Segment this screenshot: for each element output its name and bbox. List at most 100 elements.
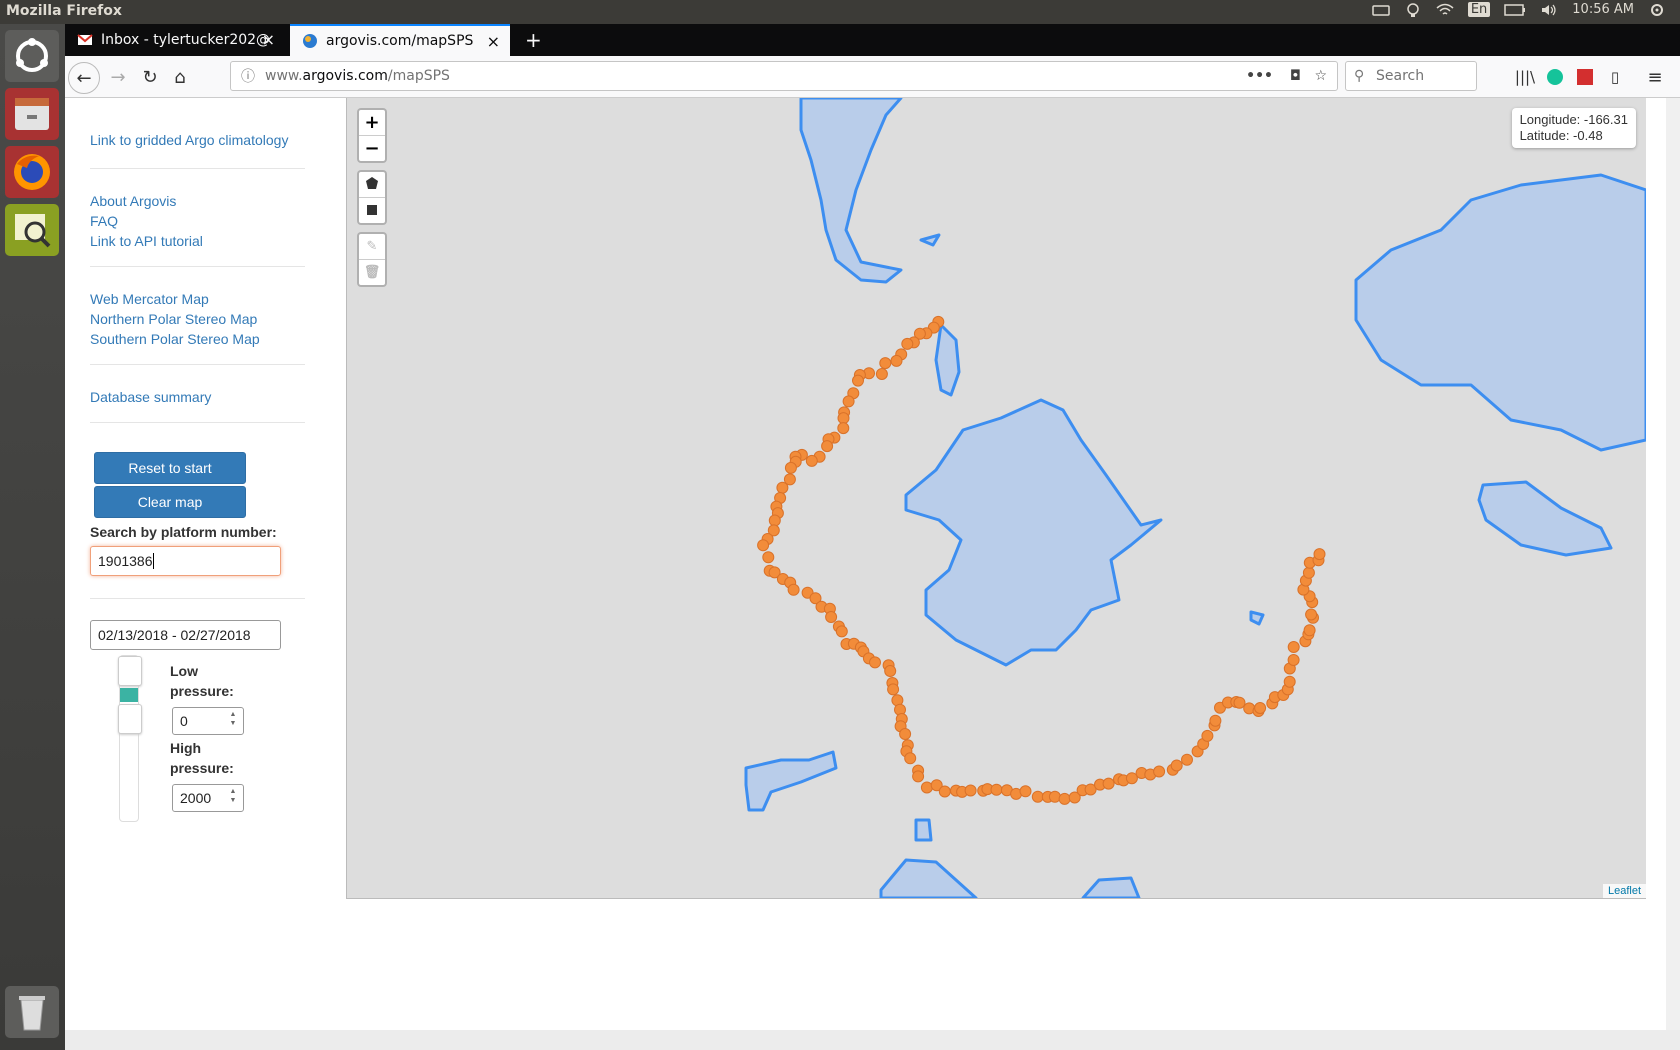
profile-marker[interactable] bbox=[1283, 675, 1296, 688]
pressure-range-slider[interactable] bbox=[118, 655, 142, 822]
cloud-icon[interactable] bbox=[1372, 3, 1390, 17]
profile-marker[interactable] bbox=[762, 551, 775, 564]
profile-marker[interactable] bbox=[1102, 777, 1115, 790]
profile-marker[interactable] bbox=[821, 440, 834, 453]
stepper-icon[interactable]: ▲ ▼ bbox=[227, 787, 239, 805]
search-bar[interactable]: ⚲ Search bbox=[1345, 61, 1477, 91]
menu-icon[interactable]: ≡ bbox=[1640, 62, 1670, 92]
trash-icon[interactable] bbox=[5, 986, 59, 1038]
firefox-icon[interactable] bbox=[5, 146, 59, 198]
reload-button[interactable]: ↻ bbox=[135, 62, 165, 92]
grammarly-icon[interactable] bbox=[1540, 62, 1570, 92]
profile-marker[interactable] bbox=[1153, 765, 1166, 778]
new-tab-button[interactable]: + bbox=[517, 24, 549, 56]
profile-marker[interactable] bbox=[776, 481, 789, 494]
bulb-icon[interactable] bbox=[1404, 2, 1422, 17]
profile-marker[interactable] bbox=[875, 368, 888, 380]
profile-marker[interactable] bbox=[1019, 785, 1032, 798]
tab-gmail-inbox[interactable]: Inbox - tylertucker202@ × bbox=[65, 24, 285, 56]
zoom-out-button[interactable]: − bbox=[359, 136, 385, 161]
profile-marker[interactable] bbox=[1031, 790, 1044, 803]
link-southern-polar-map[interactable]: Southern Polar Stereo Map bbox=[90, 329, 305, 349]
profile-marker[interactable] bbox=[1303, 624, 1316, 637]
pocket-icon[interactable]: ◘ bbox=[1290, 68, 1301, 84]
platform-number-input[interactable]: 1901386 bbox=[90, 546, 281, 576]
close-tab-icon[interactable]: × bbox=[262, 30, 275, 49]
profile-marker[interactable] bbox=[837, 412, 850, 425]
profile-marker[interactable] bbox=[837, 422, 850, 435]
profile-marker[interactable] bbox=[757, 539, 770, 552]
profile-marker[interactable] bbox=[768, 514, 781, 527]
link-web-mercator-map[interactable]: Web Mercator Map bbox=[90, 289, 305, 309]
forward-button[interactable]: → bbox=[103, 62, 133, 92]
battery-icon[interactable] bbox=[1504, 3, 1526, 17]
link-northern-polar-map[interactable]: Northern Polar Stereo Map bbox=[90, 309, 305, 329]
profile-marker[interactable] bbox=[869, 656, 881, 669]
clear-map-button[interactable]: Clear map bbox=[94, 486, 246, 518]
profile-marker[interactable] bbox=[1233, 696, 1246, 709]
profile-marker[interactable] bbox=[912, 770, 925, 783]
sidebar-toggle-icon[interactable]: ▯ bbox=[1600, 62, 1630, 92]
library-icon[interactable]: |||\ bbox=[1510, 62, 1540, 92]
profile-marker[interactable] bbox=[1254, 702, 1267, 714]
back-button[interactable]: ← bbox=[68, 62, 100, 94]
profile-marker[interactable] bbox=[904, 752, 917, 765]
high-pressure-input[interactable]: 2000 ▲ ▼ bbox=[172, 784, 244, 812]
edit-layers-icon[interactable]: ✎ bbox=[359, 234, 385, 260]
profile-marker[interactable] bbox=[1287, 641, 1300, 653]
volume-icon[interactable] bbox=[1540, 3, 1558, 17]
profile-marker[interactable] bbox=[842, 395, 855, 408]
horizontal-scrollbar[interactable] bbox=[65, 1030, 1680, 1050]
system-monitor-icon[interactable] bbox=[5, 204, 59, 256]
slider-handle-high[interactable] bbox=[118, 704, 142, 734]
link-api-tutorial[interactable]: Link to API tutorial bbox=[90, 231, 305, 251]
bookmark-star-icon[interactable]: ☆ bbox=[1314, 68, 1327, 84]
leaflet-attribution[interactable]: Leaflet bbox=[1602, 884, 1646, 898]
site-info-icon[interactable]: ⓘ bbox=[241, 66, 255, 86]
profile-marker[interactable] bbox=[1201, 729, 1214, 742]
slider-handle-low[interactable] bbox=[118, 656, 142, 686]
profile-marker[interactable] bbox=[990, 783, 1003, 796]
ubuntu-dash-icon[interactable] bbox=[5, 30, 59, 82]
files-icon[interactable] bbox=[5, 88, 59, 140]
profile-marker[interactable] bbox=[884, 665, 897, 677]
vertical-scrollbar[interactable] bbox=[1666, 98, 1680, 1030]
profile-marker[interactable] bbox=[1313, 548, 1326, 561]
close-tab-icon[interactable]: × bbox=[487, 32, 500, 51]
zoom-in-button[interactable]: + bbox=[359, 110, 385, 136]
keyboard-layout-indicator[interactable]: En bbox=[1467, 2, 1491, 17]
profile-marker[interactable] bbox=[805, 454, 818, 467]
page-actions-icon[interactable]: ••• bbox=[1246, 68, 1273, 84]
map-panel[interactable]: + − ✎ 🗑 Longitude: -166.31 Latitude: -0.… bbox=[346, 98, 1646, 899]
profile-marker[interactable] bbox=[1048, 790, 1061, 803]
profile-marker[interactable] bbox=[835, 625, 848, 638]
low-pressure-input[interactable]: 0 ▲ ▼ bbox=[172, 707, 244, 735]
map-canvas[interactable] bbox=[347, 98, 1646, 898]
profile-marker[interactable] bbox=[890, 354, 903, 367]
link-faq[interactable]: FAQ bbox=[90, 211, 305, 231]
extension-icon[interactable] bbox=[1570, 62, 1600, 92]
profile-marker[interactable] bbox=[1181, 753, 1193, 766]
profile-marker[interactable] bbox=[964, 784, 977, 797]
reset-to-start-button[interactable]: Reset to start bbox=[94, 452, 246, 484]
profile-marker[interactable] bbox=[1125, 772, 1138, 785]
date-range-input[interactable]: 02/13/2018 - 02/27/2018 bbox=[90, 620, 281, 650]
profile-marker[interactable] bbox=[852, 374, 864, 387]
stepper-icon[interactable]: ▲ ▼ bbox=[227, 710, 239, 728]
profile-marker[interactable] bbox=[879, 357, 892, 370]
profile-marker[interactable] bbox=[784, 461, 797, 474]
profile-marker[interactable] bbox=[887, 683, 900, 696]
profile-marker[interactable] bbox=[899, 728, 912, 740]
draw-rectangle-icon[interactable] bbox=[359, 198, 385, 223]
profile-marker[interactable] bbox=[901, 337, 914, 350]
profile-marker[interactable] bbox=[1170, 759, 1183, 772]
profile-marker[interactable] bbox=[787, 583, 800, 596]
profile-marker[interactable] bbox=[920, 781, 933, 794]
link-gridded-climatology[interactable]: Link to gridded Argo climatology bbox=[90, 130, 305, 150]
profile-marker[interactable] bbox=[1209, 714, 1222, 727]
profile-marker[interactable] bbox=[1305, 608, 1318, 621]
gear-icon[interactable] bbox=[1648, 3, 1666, 17]
profile-marker[interactable] bbox=[1058, 792, 1071, 805]
clock[interactable]: 10:56 AM bbox=[1572, 2, 1634, 17]
profile-marker[interactable] bbox=[938, 785, 951, 798]
